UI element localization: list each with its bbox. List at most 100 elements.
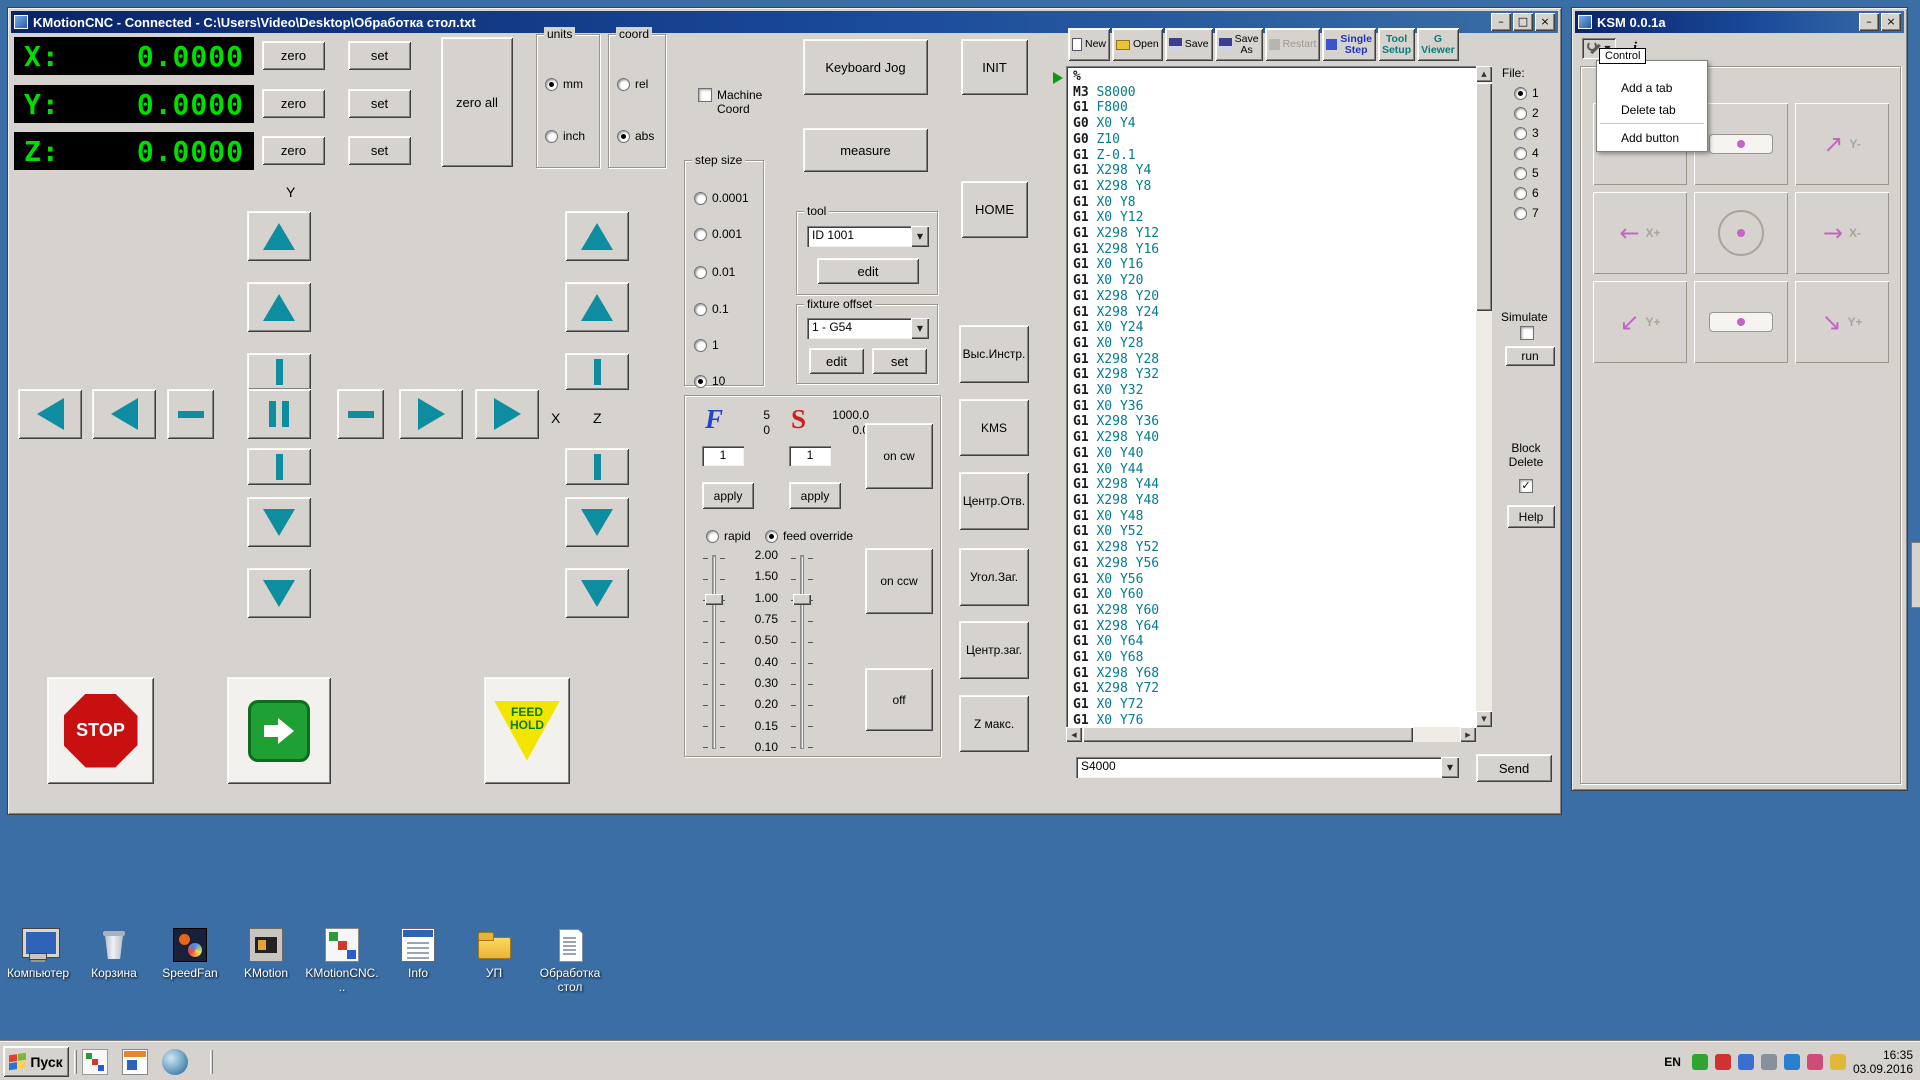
coord-rel-radio[interactable]: rel [617, 77, 648, 91]
desktop-icon-folder[interactable]: УП [456, 928, 532, 994]
spindle-cw-button[interactable]: on cw [865, 423, 933, 489]
side-button-4[interactable]: Угол.Заг. [959, 548, 1029, 606]
speed-override-slider[interactable] [790, 553, 814, 751]
zero-y-button[interactable]: zero [262, 89, 325, 118]
run-button[interactable]: run [1505, 346, 1555, 366]
side-button-3[interactable]: Центр.Отв. [959, 472, 1029, 530]
menu-item-add-a-tab[interactable]: Add a tab [1599, 77, 1705, 99]
send-button[interactable]: Send [1476, 754, 1552, 782]
toolbar-handle[interactable] [74, 1050, 77, 1074]
ksm-pad-cell-4[interactable]: ←X+ [1593, 192, 1687, 274]
toolbar-tool-setup-button[interactable]: ToolSetup [1378, 28, 1415, 61]
step-size-0.01[interactable]: 0.01 [694, 265, 735, 279]
tray-icon-4[interactable] [1761, 1054, 1777, 1070]
file-slot-1[interactable]: 1 [1514, 86, 1539, 100]
ksm-pad-cell-5[interactable] [1694, 192, 1788, 274]
scroll-up-button[interactable]: ▲ [1476, 66, 1492, 82]
hscroll-thumb[interactable] [1083, 727, 1413, 742]
mdi-dropdown-button[interactable]: ▼ [1441, 757, 1459, 778]
quick-launch-globe[interactable] [162, 1049, 188, 1075]
side-button-1[interactable]: Выс.Инстр. [959, 325, 1029, 383]
side-button-2[interactable]: KMS [959, 399, 1029, 456]
feed-hold-button[interactable]: FEED HOLD [484, 677, 570, 784]
tray-icon-5[interactable] [1784, 1054, 1800, 1070]
jog-z-plus-slow-button[interactable] [565, 282, 629, 332]
file-slot-2[interactable]: 2 [1514, 106, 1539, 120]
block-delete-checkbox[interactable]: ✓ [1519, 479, 1533, 493]
set-y-button[interactable]: set [348, 89, 411, 118]
toolbar-save-button[interactable]: Save [1165, 28, 1213, 61]
set-x-button[interactable]: set [348, 41, 411, 70]
tray-icon-1[interactable] [1692, 1054, 1708, 1070]
init-button[interactable]: INIT [961, 39, 1028, 95]
tray-icon-2[interactable] [1715, 1054, 1731, 1070]
coord-abs-radio[interactable]: abs [617, 129, 654, 143]
toolbar-handle[interactable] [210, 1050, 213, 1074]
jog-y-plus-slow-button[interactable] [247, 282, 311, 332]
tool-combo-arrow[interactable]: ▼ [911, 226, 929, 247]
units-inch-radio[interactable]: inch [545, 129, 585, 143]
toolbar-single-step-button[interactable]: SingleStep [1322, 28, 1376, 61]
start-button[interactable]: Пуск [3, 1046, 69, 1077]
file-slot-3[interactable]: 3 [1514, 126, 1539, 140]
desktop-icon-kmotion[interactable]: KMotion [228, 928, 304, 994]
measure-button[interactable]: measure [803, 128, 928, 172]
vscroll-thumb[interactable] [1476, 83, 1492, 311]
jog-z-minus-fast-button[interactable] [565, 568, 629, 618]
units-mm-radio[interactable]: mm [545, 77, 583, 91]
speed-slider-thumb[interactable] [793, 594, 811, 605]
fixture-edit-button[interactable]: edit [809, 348, 864, 374]
jog-y-step-up-button[interactable] [247, 353, 311, 390]
ksm-close-button[interactable]: × [1881, 13, 1901, 31]
ksm-minimize-button[interactable]: – [1859, 13, 1879, 31]
feed-input[interactable]: 1 [702, 446, 744, 466]
jog-x-step-left-button[interactable] [167, 389, 214, 439]
jog-x-step-right-button[interactable] [337, 389, 384, 439]
keyboard-jog-button[interactable]: Keyboard Jog [803, 39, 928, 95]
cycle-start-button[interactable] [227, 677, 331, 784]
simulate-checkbox[interactable] [1520, 326, 1534, 340]
desktop-icon-computer[interactable]: Компьютер [0, 928, 76, 994]
edge-panel-tab[interactable] [1911, 542, 1920, 608]
step-size-0.1[interactable]: 0.1 [694, 302, 729, 316]
desktop-icon-speedfan[interactable]: SpeedFan [152, 928, 228, 994]
feed-apply-button[interactable]: apply [702, 482, 754, 509]
ksm-pad-cell-8[interactable] [1694, 281, 1788, 363]
step-size-1[interactable]: 1 [694, 338, 719, 352]
quick-launch-kmotion-app[interactable] [122, 1049, 148, 1075]
fixture-set-button[interactable]: set [872, 348, 927, 374]
feed-override-radio[interactable]: feed override [765, 529, 853, 543]
zero-z-button[interactable]: zero [262, 136, 325, 165]
jog-pause-button[interactable] [247, 389, 311, 439]
desktop-icon-info[interactable]: Info [380, 928, 456, 994]
zero-x-button[interactable]: zero [262, 41, 325, 70]
feed-override-slider[interactable] [702, 553, 726, 751]
file-slot-6[interactable]: 6 [1514, 186, 1539, 200]
speed-input[interactable]: 1 [789, 446, 831, 466]
set-z-button[interactable]: set [348, 136, 411, 165]
language-indicator[interactable]: EN [1660, 1053, 1685, 1071]
desktop-icon-recycle-bin[interactable]: Корзина [76, 928, 152, 994]
toolbar-g-viewer-button[interactable]: GViewer [1417, 28, 1459, 61]
jog-x-minus-fast-button[interactable] [18, 389, 82, 439]
jog-y-minus-fast-button[interactable] [247, 568, 311, 618]
fixture-combo-value[interactable]: 1 - G54 [807, 318, 911, 339]
ksm-titlebar[interactable]: KSM 0.0.1a – × [1575, 11, 1904, 33]
feed-slider-thumb[interactable] [705, 594, 723, 605]
jog-z-plus-fast-button[interactable] [565, 211, 629, 261]
ksm-pad-cell-9[interactable]: ↘Y+ [1795, 281, 1889, 363]
tray-icon-7[interactable] [1830, 1054, 1846, 1070]
ksm-pad-cell-6[interactable]: →X- [1795, 192, 1889, 274]
jog-z-minus-slow-button[interactable] [565, 497, 629, 547]
fixture-combo-arrow[interactable]: ▼ [911, 318, 929, 339]
jog-x-plus-slow-button[interactable] [399, 389, 463, 439]
jog-z-step-down-button[interactable] [565, 448, 629, 485]
step-size-10[interactable]: 10 [694, 374, 725, 388]
machine-coord-checkbox[interactable]: Machine Coord [698, 88, 798, 116]
spindle-ccw-button[interactable]: on ccw [865, 548, 933, 614]
ksm-pad-cell-2[interactable] [1694, 103, 1788, 185]
home-button[interactable]: HOME [961, 181, 1028, 238]
mdi-value[interactable]: S4000 [1076, 757, 1441, 778]
jog-x-plus-fast-button[interactable] [475, 389, 539, 439]
menu-item-add-button[interactable]: Add button [1599, 127, 1705, 149]
